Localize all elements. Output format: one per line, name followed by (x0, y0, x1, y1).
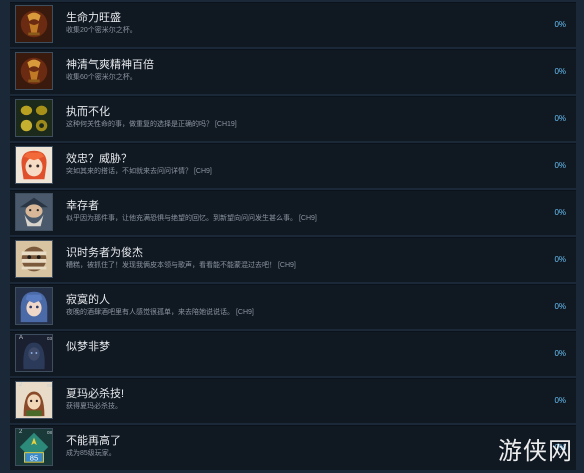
achievement-title: 不能再高了 (66, 435, 121, 447)
achievement-row[interactable]: 85 2 0806 不能再高了 成为85级玩家。 0% (10, 425, 576, 470)
achievement-percent: 0% (554, 396, 566, 405)
achievement-title: 识时务者为俊杰 (66, 247, 143, 259)
achievement-row[interactable]: 2 0604 夏玛必杀技! 获得夏玛必杀技。 0% (10, 378, 576, 423)
achievement-percent: 0% (554, 208, 566, 217)
mimir-cup-icon (15, 52, 53, 90)
rank-badge: 2 (19, 382, 23, 388)
achievement-title: 生命力旺盛 (66, 12, 121, 24)
achievement-title: 执而不化 (66, 106, 110, 118)
level-number: 85 (30, 453, 38, 462)
redhead-girl-icon (15, 146, 53, 184)
achievement-desc: 夜晚的酒肆酒吧里有人感觉很孤单，来去陪她说说话。 [CH9] (66, 309, 254, 316)
level-85-icon: 85 2 0806 (15, 428, 53, 466)
card-code: 0806 (47, 430, 53, 435)
achievement-row[interactable]: 幸存者 似乎因为那件事，让他充满恐惧与绝望的回忆。到新望向问问发生甚么事。 [C… (10, 190, 576, 235)
achievement-percent: 0% (554, 67, 566, 76)
achievement-desc: 收集60个密米尔之杯。 (66, 74, 137, 81)
achievement-title: 神清气爽精神百倍 (66, 59, 154, 71)
achievement-row[interactable]: 效忠？威胁？ 突如其来的搭话，不如就来去问问详情？ [CH9] 0% (10, 143, 576, 188)
bandaged-face-icon (15, 240, 53, 278)
rank-badge: 2 (19, 429, 23, 435)
achievement-percent: 0% (554, 349, 566, 358)
achievement-desc: 成为85级玩家。 (66, 450, 116, 457)
watermark-logo: 游侠网 (498, 437, 573, 465)
achievement-desc: 糟糕，被抓住了！发现我俩皮本领与歌声，看看能不能蒙混过去吧！ [CH9] (66, 262, 296, 269)
achievement-title: 寂寞的人 (66, 294, 110, 306)
achievement-row[interactable]: 识时务者为俊杰 糟糕，被抓住了！发现我俩皮本领与歌声，看看能不能蒙混过去吧！ [… (10, 237, 576, 282)
achievement-title: 似梦非梦 (66, 341, 110, 353)
blue-hair-girl-icon (15, 287, 53, 325)
achievement-desc: 获得夏玛必杀技。 (66, 403, 122, 410)
achievement-title: 幸存者 (66, 200, 99, 212)
card-code: 0604 (47, 383, 53, 388)
mimir-cup-icon (15, 5, 53, 43)
coins-icon (15, 99, 53, 137)
dark-figure-icon: A 0302 (15, 334, 53, 372)
achievement-percent: 0% (554, 161, 566, 170)
rank-badge: A (19, 335, 24, 341)
achievement-percent: 0% (554, 20, 566, 29)
achievement-row[interactable]: 执而不化 这种何关性命的事，做重复的选择是正确的吗？ [CH19] 0% (10, 96, 576, 141)
achievement-desc: 收集20个密米尔之杯。 (66, 27, 137, 34)
achievement-title: 效忠？威胁？ (66, 153, 132, 165)
achievement-desc: 似乎因为那件事，让他充满恐惧与绝望的回忆。到新望向问问发生甚么事。 [CH9] (66, 215, 317, 222)
achievement-desc: 突如其来的搭话，不如就来去问问详情？ [CH9] (66, 168, 212, 175)
old-man-icon (15, 193, 53, 231)
shama-icon: 2 0604 (15, 381, 53, 419)
achievement-list: 生命力旺盛 收集20个密米尔之杯。 0% 神清气爽精神百倍 收集60个密米尔之杯… (0, 0, 584, 473)
achievement-row[interactable]: 寂寞的人 夜晚的酒肆酒吧里有人感觉很孤单，来去陪她说说话。 [CH9] 0% (10, 284, 576, 329)
card-code: 0302 (47, 336, 53, 341)
achievement-percent: 0% (554, 302, 566, 311)
achievement-percent: 0% (554, 255, 566, 264)
achievement-row[interactable]: 生命力旺盛 收集20个密米尔之杯。 0% (10, 2, 576, 47)
achievement-desc: 这种何关性命的事，做重复的选择是正确的吗？ [CH19] (66, 121, 237, 128)
achievement-row[interactable]: 神清气爽精神百倍 收集60个密米尔之杯。 0% (10, 49, 576, 94)
achievement-percent: 0% (554, 114, 566, 123)
achievement-row[interactable]: A 0302 似梦非梦 0% (10, 331, 576, 376)
achievement-title: 夏玛必杀技! (66, 388, 125, 400)
site-watermark: 游侠网 (498, 427, 580, 465)
